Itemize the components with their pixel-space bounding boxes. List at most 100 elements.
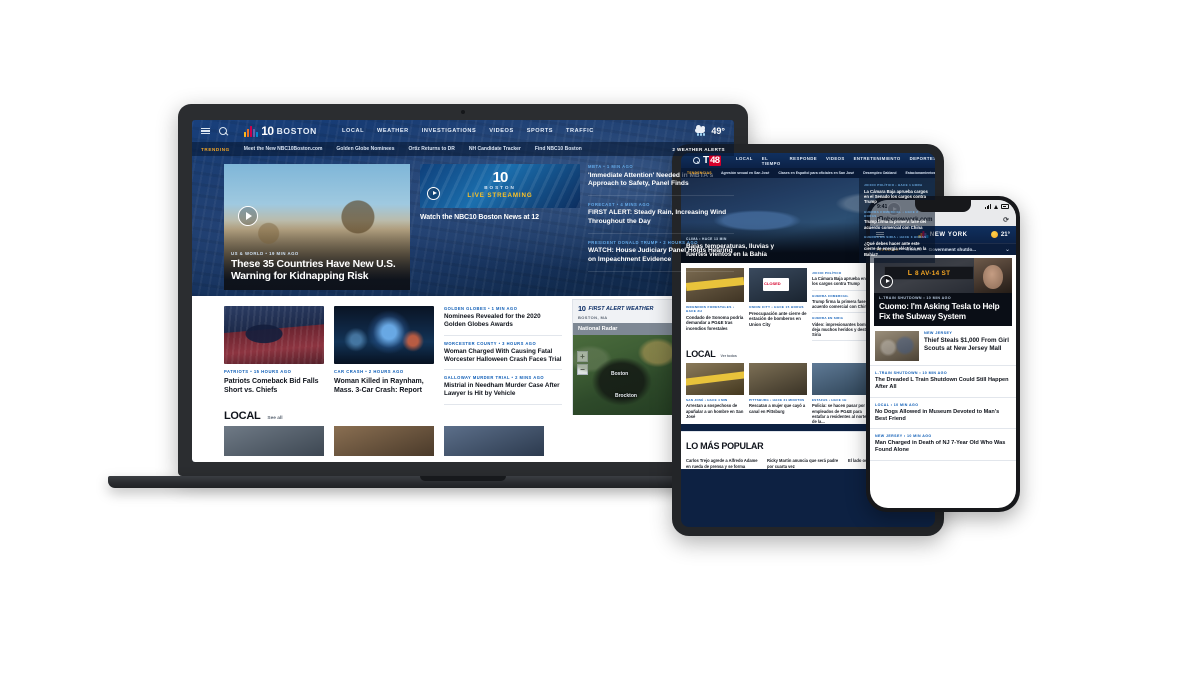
card-kicker: PITTSBURG • HACE 21 MINUTOS [749,398,805,403]
card-kicker: ESTAFAS • HACE 1H [812,398,847,403]
card-headline: Patriots Comeback Bid Falls Short vs. Ch… [224,377,319,394]
trending-item[interactable]: NH Candidate Tracker [469,146,521,152]
nav-link-sports[interactable]: SPORTS [527,128,553,134]
live-stream-title: Watch the NBC10 Boston News at 12 [420,214,539,221]
nav-link-weather[interactable]: WEATHER [377,128,409,134]
phone-hero-story[interactable]: L 8 AV-14 ST L-TRAIN SHUTDOWN • 10 MIN A… [874,258,1012,326]
hero-caption: US & WORLD • 19 MIN AGO These 35 Countri… [231,251,403,284]
trending-item[interactable]: Agresión sexual en San José [721,171,769,175]
weather-alerts-badge[interactable]: 2 WEATHER ALERTS [672,147,725,152]
play-button-icon[interactable] [427,187,440,200]
nbc10-boston-page: 10 BOSTON LOCAL WEATHER INVESTIGATIONS V… [192,120,734,462]
battery-icon [1001,204,1009,209]
laptop-device: 10 BOSTON LOCAL WEATHER INVESTIGATIONS V… [108,104,818,488]
closed-sign-photo [749,268,807,302]
zoom-out-button[interactable]: − [577,364,588,375]
list-kicker: LOCAL • 10 MIN AGO [875,402,919,407]
local-thumbnail[interactable] [334,426,434,456]
popular-item[interactable]: Ricky Martin anuncia que será padre por … [767,458,842,469]
local-thumbnail[interactable] [224,426,324,456]
play-button-icon[interactable] [880,275,893,288]
list-kicker: WORCESTER COUNTY • 3 HOURS AGO [444,340,537,346]
hero-headline: Cuomo: I'm Asking Tesla to Help Fix the … [879,302,1000,322]
play-button-icon[interactable] [238,206,258,226]
nav-link-investigations[interactable]: INVESTIGATIONS [422,128,477,134]
nav-link-entretenimiento[interactable]: ENTRETENIMIENTO [854,156,901,166]
hero-caption: L-TRAIN SHUTDOWN • 10 MIN AGO Cuomo: I'm… [874,293,1012,326]
trackpad-notch [420,476,506,481]
logo-number: 10 [261,124,274,138]
radar-selector[interactable]: National Radar › [573,323,679,335]
trending-item[interactable]: Meet the New NBC10Boston.com [244,146,323,152]
card-kicker: CAR CRASH • 2 HOURS AGO [334,369,404,374]
list-item[interactable]: L-TRAIN SHUTDOWN • 10 MIN AGO The Dreade… [870,366,1016,398]
list-headline: Nominees Revealed for the 2020 Golden Gl… [444,313,541,329]
search-icon[interactable] [219,126,228,136]
sign-letter: L [907,269,912,277]
list-kicker: GALLOWAY MURDER TRIAL • 2 MINS AGO [444,375,545,381]
trending-item[interactable]: Government shutdo... [929,247,976,252]
trending-label: TRENDING [201,146,230,152]
first-alert-weather-widget[interactable]: 10 FIRST ALERT WEATHER BOSTON, MA Nation… [572,299,680,415]
reload-icon[interactable]: ⟳ [1003,216,1009,224]
hero-kicker: US & WORLD • 19 MIN AGO [231,250,299,256]
trending-item[interactable]: Estacionamientos seg... [906,171,935,175]
story-card[interactable]: UNION CITY • HACE 15 HORAS Preocupación … [749,268,807,341]
map-city-label: Boston [611,371,629,377]
trending-item[interactable]: Clases en Español para oficiales en San … [778,171,854,175]
card-headline: Woman Killed in Raynham, Mass. 3-Car Cra… [334,377,424,394]
list-item[interactable]: WORCESTER COUNTY • 3 HOURS AGO Woman Cha… [444,336,562,371]
list-item[interactable]: NEW JERSEY • 10 MIN AGO Man Charged in D… [870,429,1016,461]
nav-link-videos[interactable]: VIDEOS [826,156,845,166]
weather-widget-nav[interactable]: 49° [694,124,725,136]
zoom-in-button[interactable]: + [577,351,588,362]
nbc10-boston-logo[interactable]: 10 BOSTON [244,125,317,137]
list-item[interactable]: GOLDEN GLOBES • 1 MIN AGO Nominees Revea… [444,306,562,336]
popular-item[interactable]: Carlos Trejo agrede a Alfredo Adame en r… [686,458,761,469]
nav-link-el-tiempo[interactable]: EL TIEMPO [762,156,781,166]
see-all-link[interactable]: See all [267,416,282,421]
logo-word: BOSTON [276,126,318,136]
nav-link-traffic[interactable]: TRAFFIC [566,128,594,134]
card-headline: Policía: se hacen pasar por empleados de… [812,403,867,425]
list-headline: Mistrial in Needham Murder Case After La… [444,382,560,398]
trending-item[interactable]: Desempleo Oakland [863,171,896,175]
telemundo-48-logo[interactable]: T 48 [703,155,721,166]
hamburger-icon[interactable] [201,127,210,135]
nav-link-local[interactable]: LOCAL [736,156,753,166]
list-item[interactable]: GALLOWAY MURDER TRIAL • 2 MINS AGO Mistr… [444,370,562,405]
story-card[interactable]: CAR CRASH • 2 HOURS AGO Woman Killed in … [334,306,434,395]
trending-item[interactable]: Ortiz Returns to DR [409,146,455,152]
list-item[interactable]: LOCAL • 10 MIN AGO No Dogs Allowed in Mu… [870,398,1016,430]
chevron-down-icon[interactable]: ⌄ [1005,246,1010,253]
hero-story[interactable]: US & WORLD • 19 MIN AGO These 35 Countri… [224,164,410,290]
side-story[interactable]: GUERRA COMERCIAL • HACE 2 HORAS Trump fi… [864,210,930,230]
trending-item[interactable]: Find NBC10 Boston [535,146,582,152]
local-thumbnail[interactable] [444,426,544,456]
side-story[interactable]: GUERRA EN SIRIA • HACE 3 HORAS ¿Qué debe… [864,235,930,257]
phone-featured-story[interactable]: NEW JERSEY Thief Steals $1,000 From Girl… [870,326,1016,366]
phone-weather-widget[interactable]: 21° [991,231,1010,238]
nav-link-deportes[interactable]: DEPORTES [910,156,935,166]
nav-link-videos[interactable]: VIDEOS [489,128,513,134]
local-title: LOCAL [224,410,261,422]
hero-headline: Bajas temperaturas, lluvias y fuertes vi… [686,243,775,258]
card-kicker: PATRIOTS • 15 HOURS AGO [224,369,292,374]
side-story[interactable]: FORECAST • 4 MINS AGO FIRST ALERT: Stead… [588,196,734,234]
logo-letter: T [703,155,709,166]
local-card[interactable]: SAN JOSÉ • HACE 4 MIN Arrestan a sospech… [686,363,744,424]
nav-link-responde[interactable]: RESPONDE [790,156,817,166]
live-stream-card[interactable]: 10 BOSTON LIVE STREAMING Watch the NBC10… [420,164,580,222]
local-card[interactable]: PITTSBURG • HACE 21 MINUTOS Rescatan a m… [749,363,807,424]
story-card[interactable]: PATRIOTS • 15 HOURS AGO Patriots Comebac… [224,306,324,395]
live-streaming-banner: LIVE STREAMING [467,192,533,199]
nav-link-local[interactable]: LOCAL [342,128,364,134]
nav-temperature: 49° [711,126,725,136]
local-card[interactable]: ESTAFAS • HACE 1H Policía: se hacen pasa… [812,363,870,424]
trending-item[interactable]: Golden Globe Nominees [336,146,394,152]
list-kicker: GOLDEN GLOBES • 1 MIN AGO [444,306,518,311]
story-card[interactable]: INCENDIOS FORESTALES • HACE 2H Condado d… [686,268,744,341]
see-all-link[interactable]: Ver todos [721,354,737,358]
rain-cloud-icon [694,124,707,136]
radar-map[interactable]: + − Boston Brockton [573,335,679,415]
